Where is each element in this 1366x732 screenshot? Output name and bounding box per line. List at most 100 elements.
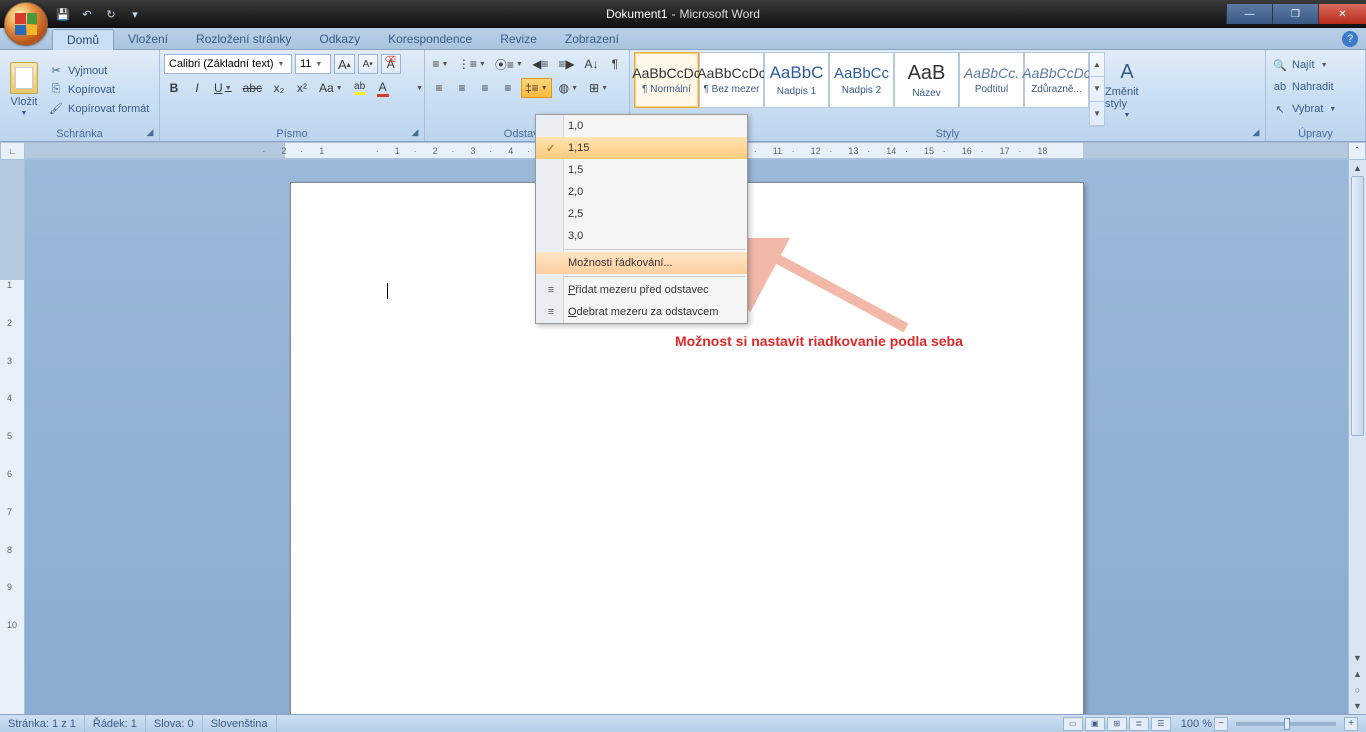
help-button[interactable]: ? bbox=[1342, 31, 1358, 47]
spacing-option-1_5[interactable]: 1,5 bbox=[536, 159, 747, 181]
line-spacing-options[interactable]: Možnosti řádkování... bbox=[536, 252, 747, 274]
style-tile-6[interactable]: AaBbCcDcZdůrazně... bbox=[1024, 52, 1089, 108]
minimize-button[interactable]: — bbox=[1226, 4, 1272, 24]
scroll-thumb[interactable] bbox=[1351, 176, 1364, 436]
style-tile-3[interactable]: AaBbCcNadpis 2 bbox=[829, 52, 894, 108]
font-color-button[interactable]: A▼ bbox=[373, 78, 393, 98]
align-right-button[interactable]: ≡ bbox=[475, 78, 495, 98]
replace-button[interactable]: abNahradit bbox=[1270, 78, 1361, 96]
maximize-button[interactable]: ❐ bbox=[1272, 4, 1318, 24]
close-button[interactable]: ✕ bbox=[1318, 4, 1366, 24]
change-case-button[interactable]: Aa▼ bbox=[315, 78, 347, 98]
strike-button[interactable]: abc bbox=[239, 78, 266, 98]
align-left-button[interactable]: ≡ bbox=[429, 78, 449, 98]
ruler-toggle[interactable]: ̂ bbox=[1348, 142, 1366, 160]
view-outline[interactable]: ≣ bbox=[1129, 717, 1149, 731]
spacing-option-2_5[interactable]: 2,5 bbox=[536, 203, 747, 225]
add-space-before[interactable]: ≡Přidat mezeru před odstavec bbox=[536, 279, 747, 301]
group-font: Calibri (Základní text)▼ 11▼ A▴ A▾ A⌫ B … bbox=[160, 50, 425, 141]
bold-button[interactable]: B bbox=[164, 78, 184, 98]
font-size-combo[interactable]: 11▼ bbox=[295, 54, 331, 74]
view-draft[interactable]: ☰ bbox=[1151, 717, 1171, 731]
status-page[interactable]: Stránka: 1 z 1 bbox=[0, 715, 85, 732]
spacing-option-2_0[interactable]: 2,0 bbox=[536, 181, 747, 203]
scissors-icon: ✂ bbox=[48, 63, 64, 79]
tab-insert[interactable]: Vložení bbox=[114, 29, 182, 49]
justify-button[interactable]: ≡ bbox=[498, 78, 518, 98]
style-tile-2[interactable]: AaBbCNadpis 1 bbox=[764, 52, 829, 108]
browse-object-icon[interactable]: ○ bbox=[1349, 682, 1366, 698]
bullets-button[interactable]: ≡▼ bbox=[429, 54, 452, 74]
spacing-option-3_0[interactable]: 3,0 bbox=[536, 225, 747, 247]
zoom-in-button[interactable]: + bbox=[1344, 717, 1358, 731]
zoom-level[interactable]: 100 % bbox=[1181, 718, 1212, 730]
shrink-font-button[interactable]: A▾ bbox=[358, 54, 378, 74]
qat-undo[interactable]: ↶ bbox=[76, 3, 98, 25]
office-button[interactable] bbox=[4, 2, 48, 46]
numbering-button[interactable]: ⋮≡▼ bbox=[455, 54, 489, 74]
line-spacing-button[interactable]: ‡≡▼ bbox=[521, 78, 552, 98]
paste-button[interactable]: Vložit ▼ bbox=[4, 52, 44, 127]
style-tile-5[interactable]: AaBbCc.Podtitul bbox=[959, 52, 1024, 108]
superscript-button[interactable]: x² bbox=[292, 78, 312, 98]
clipboard-launcher[interactable]: ◢ bbox=[143, 125, 157, 139]
style-tile-4[interactable]: AaBNázev bbox=[894, 52, 959, 108]
style-tile-0[interactable]: AaBbCcDc¶ Normální bbox=[634, 52, 699, 108]
sort-button[interactable]: A↓ bbox=[581, 54, 602, 74]
italic-button[interactable]: I bbox=[187, 78, 207, 98]
styles-more[interactable]: ▲▼▼ bbox=[1089, 52, 1105, 127]
font-name-combo[interactable]: Calibri (Základní text)▼ bbox=[164, 54, 292, 74]
underline-button[interactable]: U▼ bbox=[210, 78, 236, 98]
cut-button[interactable]: ✂Vyjmout bbox=[46, 63, 151, 79]
subscript-button[interactable]: x₂ bbox=[269, 78, 289, 98]
copy-button[interactable]: ⎘Kopírovat bbox=[46, 82, 151, 98]
tab-selector[interactable]: ∟ bbox=[0, 142, 25, 160]
tab-review[interactable]: Revize bbox=[486, 29, 551, 49]
change-styles-button[interactable]: AZměnit styly▼ bbox=[1105, 52, 1149, 127]
grow-font-button[interactable]: A▴ bbox=[334, 54, 355, 74]
prev-page-icon[interactable]: ▲ bbox=[1349, 666, 1366, 682]
spacing-option-1_15[interactable]: 1,15 bbox=[536, 137, 747, 159]
tab-home[interactable]: Domů bbox=[52, 29, 114, 50]
view-print-layout[interactable]: ▭ bbox=[1063, 717, 1083, 731]
tab-mailings[interactable]: Korespondence bbox=[374, 29, 486, 49]
tab-view[interactable]: Zobrazení bbox=[551, 29, 633, 49]
align-center-button[interactable]: ≡ bbox=[452, 78, 472, 98]
group-editing: 🔍Najít▼ abNahradit ↖Vybrat▼ Úpravy bbox=[1266, 50, 1366, 141]
zoom-out-button[interactable]: − bbox=[1214, 717, 1228, 731]
group-label: Úpravy bbox=[1270, 127, 1361, 141]
tab-references[interactable]: Odkazy bbox=[305, 29, 374, 49]
status-line[interactable]: Řádek: 1 bbox=[85, 715, 146, 732]
shading-button[interactable]: ◍▼ bbox=[555, 78, 582, 98]
status-words[interactable]: Slova: 0 bbox=[146, 715, 203, 732]
borders-button[interactable]: ⊞▼ bbox=[585, 78, 612, 98]
scroll-up-icon[interactable]: ▲ bbox=[1349, 160, 1366, 176]
find-button[interactable]: 🔍Najít▼ bbox=[1270, 56, 1361, 74]
clear-format-button[interactable]: A⌫ bbox=[381, 54, 401, 74]
show-marks-button[interactable]: ¶ bbox=[605, 54, 625, 74]
remove-space-after[interactable]: ≡Odebrat mezeru za odstavcem bbox=[536, 301, 747, 323]
select-button[interactable]: ↖Vybrat▼ bbox=[1270, 100, 1361, 118]
view-full-screen[interactable]: ▣ bbox=[1085, 717, 1105, 731]
qat-redo[interactable]: ↻ bbox=[100, 3, 122, 25]
styles-launcher[interactable]: ◢ bbox=[1249, 125, 1263, 139]
status-language[interactable]: Slovenština bbox=[203, 715, 277, 732]
vertical-scrollbar[interactable]: ▲ ▼ ▲ ○ ▼ bbox=[1348, 160, 1366, 714]
increase-indent-button[interactable]: ≡▶ bbox=[555, 54, 578, 74]
zoom-slider[interactable] bbox=[1236, 722, 1336, 726]
spacing-option-1_0[interactable]: 1,0 bbox=[536, 115, 747, 137]
style-tile-1[interactable]: AaBbCcDc¶ Bez mezer bbox=[699, 52, 764, 108]
clipboard-icon bbox=[10, 62, 38, 94]
vertical-ruler[interactable]: 12345678910 bbox=[0, 160, 25, 714]
font-launcher[interactable]: ◢ bbox=[408, 125, 422, 139]
next-page-icon[interactable]: ▼ bbox=[1349, 698, 1366, 714]
qat-customize[interactable]: ▾ bbox=[124, 3, 146, 25]
scroll-down-icon[interactable]: ▼ bbox=[1349, 650, 1366, 666]
tab-page-layout[interactable]: Rozložení stránky bbox=[182, 29, 305, 49]
multilevel-button[interactable]: ⦿≡▼ bbox=[492, 54, 526, 74]
format-painter-button[interactable]: 🖌Kopírovat formát bbox=[46, 101, 151, 117]
decrease-indent-button[interactable]: ◀≡ bbox=[529, 54, 552, 74]
highlight-button[interactable]: ab▼ bbox=[350, 78, 370, 98]
qat-save[interactable]: 💾 bbox=[52, 3, 74, 25]
view-web[interactable]: ⊞ bbox=[1107, 717, 1127, 731]
